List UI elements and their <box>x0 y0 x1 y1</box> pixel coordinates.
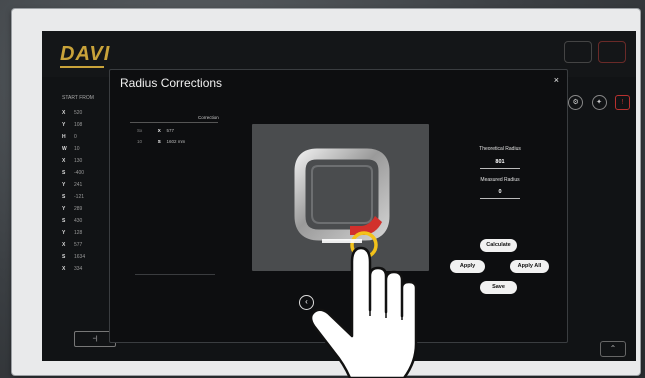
correction-row[interactable]: Sx X 577 <box>137 128 174 133</box>
row-axis: X <box>62 158 66 164</box>
row-value: 577 <box>166 128 175 133</box>
measured-radius-value[interactable]: 0 <box>480 189 520 195</box>
pointing-hand-icon <box>309 246 418 378</box>
brand-logo: DAVI <box>60 43 111 65</box>
settings-icon[interactable]: ⚙ <box>568 95 584 110</box>
list-scrollbar[interactable] <box>135 274 215 275</box>
theoretical-radius-underline <box>480 168 520 169</box>
expand-button[interactable]: ⌃ <box>600 341 626 357</box>
theoretical-radius-label: Theoretical Radius <box>479 146 521 152</box>
row-value: 1634 <box>74 254 86 260</box>
close-icon[interactable]: × <box>554 75 559 85</box>
row-axis: Y <box>62 182 66 188</box>
row-value: 0 <box>74 134 77 140</box>
row-value: -121 <box>74 194 85 200</box>
dialog-title: Radius Corrections <box>120 76 223 90</box>
row-value: 289 <box>74 206 83 212</box>
apply-button[interactable]: Apply <box>450 260 485 273</box>
right-toolbar: ⚙ ✦ ! <box>564 91 630 110</box>
profile-inner-edge <box>311 165 373 224</box>
row-value: 241 <box>74 182 83 188</box>
message-icon[interactable] <box>564 41 592 63</box>
row-value: 108 <box>74 122 83 128</box>
alarm-icon[interactable] <box>598 41 626 63</box>
row-value: 10 <box>74 146 80 152</box>
row-axis: X <box>157 128 161 133</box>
row-axis: S <box>62 194 66 200</box>
row-value: 520 <box>74 110 83 116</box>
row-axis: X <box>62 266 66 272</box>
row-axis: Y <box>62 230 66 236</box>
correction-row[interactable]: 10 S 1602 mm <box>137 139 185 144</box>
theoretical-radius-value[interactable]: 801 <box>480 159 520 165</box>
row-value: 130 <box>74 158 83 164</box>
row-axis: W <box>62 146 67 152</box>
row-value: -400 <box>74 170 85 176</box>
row-axis: X <box>62 110 66 116</box>
row-value: 430 <box>74 218 83 224</box>
row-axis: Y <box>62 206 66 212</box>
row-axis: Y <box>62 122 66 128</box>
header-divider <box>130 122 218 123</box>
row-axis: S <box>62 254 66 260</box>
row-axis: H <box>62 134 66 140</box>
row-index: Sx <box>137 128 143 133</box>
warning-icon[interactable]: ! <box>615 95 630 110</box>
measured-radius-label: Measured Radius <box>480 177 520 183</box>
measured-radius-underline <box>480 198 520 199</box>
calculate-button[interactable]: Calculate <box>480 239 517 252</box>
correction-column-header: Correction <box>198 115 219 120</box>
save-button[interactable]: Save <box>480 281 517 294</box>
row-index: 10 <box>137 139 143 144</box>
logo-underline <box>60 66 104 68</box>
row-unit: mm <box>177 139 186 144</box>
row-axis: S <box>62 170 66 176</box>
row-value: 334 <box>74 266 83 272</box>
apply-all-button[interactable]: Apply All <box>510 260 549 273</box>
row-value: 1602 <box>166 139 177 144</box>
row-value: 128 <box>74 230 83 236</box>
row-axis: X <box>62 242 66 248</box>
row-axis: S <box>157 139 161 144</box>
tools-icon[interactable]: ✦ <box>591 95 607 110</box>
row-axis: S <box>62 218 66 224</box>
row-value: 577 <box>74 242 83 248</box>
